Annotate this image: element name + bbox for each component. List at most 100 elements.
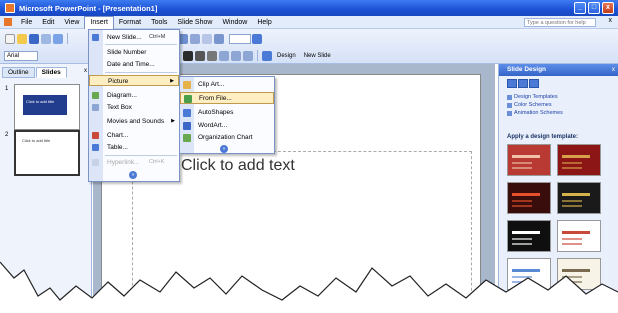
menu-item-date-time[interactable]: Date and Time...: [89, 59, 179, 70]
menu-help[interactable]: Help: [252, 16, 276, 29]
document-close-icon[interactable]: x: [609, 17, 613, 24]
window-controls: _ □ x: [574, 2, 614, 14]
menu-view[interactable]: View: [59, 16, 84, 29]
task-pane: Slide Design x Design Templates Color Sc…: [498, 64, 618, 313]
template-text-line: [562, 281, 582, 283]
align-center-icon[interactable]: [231, 50, 241, 61]
menu-item-slide-number[interactable]: Slide Number: [89, 47, 179, 58]
design-template-thumbnail[interactable]: [557, 258, 601, 290]
new-icon[interactable]: [5, 33, 15, 44]
window-title: Microsoft PowerPoint - [Presentation1]: [19, 3, 158, 13]
template-text-line: [512, 243, 532, 245]
underline-icon[interactable]: [207, 50, 217, 61]
help-search-input[interactable]: Type a question for help: [524, 18, 596, 27]
title-bar: Microsoft PowerPoint - [Presentation1] _…: [0, 0, 618, 16]
design-templates-icon: [507, 94, 512, 100]
menu-item-organization-chart[interactable]: Organization Chart: [180, 132, 274, 144]
tab-outline[interactable]: Outline: [2, 67, 35, 78]
show-formatting-icon[interactable]: [190, 33, 200, 44]
italic-icon[interactable]: [195, 50, 205, 61]
slide-number: 2: [5, 132, 9, 138]
design-template-thumbnail[interactable]: [557, 220, 601, 252]
document-icon[interactable]: [4, 18, 12, 26]
submenu-arrow-icon: ▶: [170, 78, 174, 84]
design-template-thumbnail[interactable]: [507, 182, 551, 214]
pane-tabs: Outline Slides: [2, 67, 68, 78]
new-slide-button[interactable]: New Slide: [300, 52, 335, 60]
design-template-thumbnail[interactable]: [557, 182, 601, 214]
menu-item-autoshapes[interactable]: AutoShapes: [180, 107, 274, 119]
menu-insert[interactable]: Insert: [84, 15, 114, 29]
home-icon[interactable]: [529, 79, 539, 88]
font-color-icon[interactable]: [262, 50, 272, 61]
powerpoint-window: Microsoft PowerPoint - [Presentation1] _…: [0, 0, 618, 313]
menu-item-new-slide[interactable]: New Slide... Ctrl+M: [89, 32, 179, 43]
design-button[interactable]: Design: [273, 52, 300, 60]
content-placeholder[interactable]: Click to add text: [132, 151, 472, 311]
link-color-schemes[interactable]: Color Schemes: [507, 102, 552, 108]
insert-menu: New Slide... Ctrl+M Slide Number Date an…: [88, 29, 180, 182]
menu-item-wordart[interactable]: WordArt...: [180, 120, 274, 132]
powerpoint-app-icon[interactable]: [5, 3, 15, 13]
tab-slides[interactable]: Slides: [35, 67, 67, 78]
slide-number: 1: [5, 86, 9, 92]
link-animation-schemes[interactable]: Animation Schemes: [507, 110, 563, 116]
picture-submenu: Clip Art... From File... AutoShapes Word…: [179, 76, 275, 154]
email-icon[interactable]: [53, 33, 63, 44]
menu-slide-show[interactable]: Slide Show: [172, 16, 217, 29]
chart-icon: [92, 132, 99, 139]
maximize-button[interactable]: □: [588, 2, 600, 14]
menu-file[interactable]: File: [16, 16, 37, 29]
task-pane-close-icon[interactable]: x: [612, 64, 615, 76]
link-design-templates[interactable]: Design Templates: [507, 94, 558, 100]
forward-icon[interactable]: [518, 79, 528, 88]
grayscale-icon[interactable]: [202, 33, 212, 44]
menu-edit[interactable]: Edit: [37, 16, 59, 29]
grid-icon[interactable]: [214, 33, 224, 44]
menu-item-hyperlink: Hyperlink... Ctrl+K: [89, 157, 179, 168]
slide-thumbnail[interactable]: Click to add title: [14, 130, 80, 176]
menu-item-chart[interactable]: Chart...: [89, 130, 179, 141]
menu-item-text-box[interactable]: Text Box: [89, 102, 179, 113]
save-icon[interactable]: [29, 33, 39, 44]
design-template-thumbnail[interactable]: [507, 258, 551, 290]
design-template-thumbnail[interactable]: [557, 144, 601, 176]
menu-item-movies-sounds[interactable]: Movies and Sounds ▶: [89, 116, 179, 127]
align-left-icon[interactable]: [219, 50, 229, 61]
design-template-thumbnail[interactable]: [507, 220, 551, 252]
template-text-line: [562, 205, 582, 207]
template-text-line: [512, 205, 532, 207]
align-right-icon[interactable]: [243, 50, 253, 61]
bold-icon[interactable]: [183, 50, 193, 61]
task-pane-nav: [507, 79, 539, 88]
template-title-bar: [562, 231, 590, 234]
pane-close-icon[interactable]: x: [84, 68, 87, 74]
template-text-line: [562, 162, 582, 164]
font-name-box[interactable]: Arial: [4, 50, 38, 61]
back-icon[interactable]: [507, 79, 517, 88]
menu-item-diagram[interactable]: Diagram...: [89, 90, 179, 101]
menu-item-from-file[interactable]: From File...: [180, 92, 274, 104]
permission-icon[interactable]: [41, 33, 51, 44]
menu-tools[interactable]: Tools: [146, 16, 172, 29]
template-text-line: [562, 276, 582, 278]
link-label: Animation Schemes: [514, 110, 563, 116]
help-icon[interactable]: [252, 33, 262, 44]
close-button[interactable]: x: [602, 2, 614, 14]
menu-window[interactable]: Window: [217, 16, 252, 29]
template-title-bar: [512, 269, 540, 272]
expand-menu-icon[interactable]: »: [129, 171, 137, 179]
slide-thumbnail-title: Click to add title: [26, 99, 55, 104]
menu-format[interactable]: Format: [114, 16, 146, 29]
menu-item-table[interactable]: Table...: [89, 142, 179, 153]
menu-item-picture[interactable]: Picture ▶: [89, 75, 179, 86]
open-icon[interactable]: [17, 33, 27, 44]
task-pane-header: Slide Design x: [499, 64, 618, 76]
expand-menu-icon[interactable]: »: [220, 145, 228, 153]
submenu-arrow-icon: ▶: [171, 118, 175, 124]
slide-thumbnail[interactable]: Click to add title: [14, 84, 80, 130]
minimize-button[interactable]: _: [574, 2, 586, 14]
zoom-box[interactable]: [229, 33, 251, 44]
design-template-thumbnail[interactable]: [507, 144, 551, 176]
menu-item-clip-art[interactable]: Clip Art...: [180, 79, 274, 91]
